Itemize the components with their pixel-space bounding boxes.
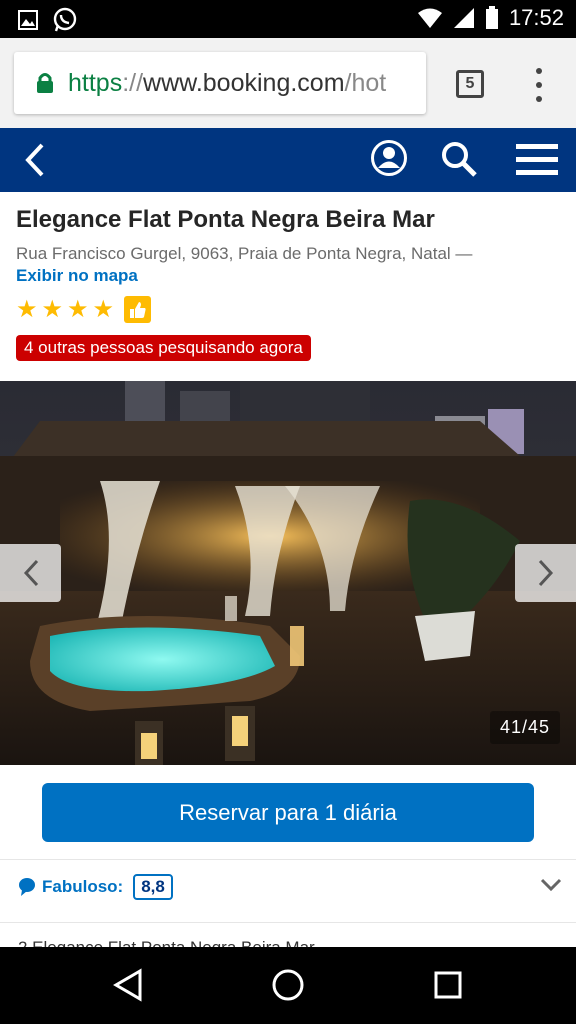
system-nav-bar xyxy=(0,947,576,1024)
chevron-down-icon[interactable] xyxy=(540,878,562,892)
hotel-title: Elegance Flat Ponta Negra Beira Mar xyxy=(16,206,435,233)
star-icon: ★ xyxy=(67,295,89,323)
status-time: 17:52 xyxy=(508,5,564,30)
nav-back-icon[interactable] xyxy=(112,967,144,1003)
star-icon: ★ xyxy=(41,295,64,323)
hamburger-menu-icon[interactable] xyxy=(516,142,558,178)
url-bar[interactable]: https://www.booking.com/hot xyxy=(14,52,426,114)
chevron-right-icon xyxy=(538,559,553,587)
hotel-address: Rua Francisco Gurgel, 9063, Praia de Pon… xyxy=(16,244,473,263)
gallery-prev-button[interactable] xyxy=(0,544,61,602)
url-path: /hot xyxy=(344,68,387,97)
review-label: Fabuloso: xyxy=(42,877,124,896)
star-rating: ★ ★ ★ ★ xyxy=(16,296,564,323)
hotel-info: Elegance Flat Ponta Negra Beira Mar Rua … xyxy=(16,192,564,361)
back-arrow-icon[interactable] xyxy=(22,142,48,178)
thumbs-up-icon xyxy=(124,296,152,323)
url-separator: :// xyxy=(122,68,144,97)
gallery-next-button[interactable] xyxy=(515,544,576,602)
reserve-button[interactable]: Reservar para 1 diária xyxy=(42,783,534,842)
star-icon: ★ xyxy=(16,295,38,323)
review-score-badge: 8,8 xyxy=(133,874,173,900)
nav-recents-icon[interactable] xyxy=(432,967,464,1003)
signal-icon xyxy=(453,8,474,28)
url-host: www.booking.com xyxy=(143,68,345,97)
site-header xyxy=(0,128,576,192)
wifi-icon xyxy=(417,8,442,28)
nav-home-icon[interactable] xyxy=(270,967,306,1003)
account-icon[interactable] xyxy=(370,139,408,177)
review-summary[interactable]: Fabuloso: 8,8 xyxy=(18,874,173,900)
urgency-badge: 4 outras pessoas pesquisando agora xyxy=(16,335,311,361)
battery-icon xyxy=(485,6,498,29)
browser-toolbar: https://www.booking.com/hot 5 xyxy=(0,38,576,128)
divider xyxy=(0,922,576,923)
status-bar: 17:52 xyxy=(0,0,576,38)
divider xyxy=(0,859,576,860)
search-icon[interactable] xyxy=(440,140,478,178)
show-on-map-link[interactable]: Exibir no mapa xyxy=(16,266,564,286)
tab-switcher-button[interactable]: 5 xyxy=(456,70,484,98)
browser-menu-icon[interactable] xyxy=(534,68,544,102)
photo-counter: 41/45 xyxy=(489,711,560,744)
star-icon: ★ xyxy=(92,295,115,323)
photo-gallery[interactable]: 41/45 xyxy=(0,381,576,765)
hotel-photo xyxy=(0,381,576,765)
whatsapp-icon xyxy=(53,7,77,32)
chevron-left-icon xyxy=(23,559,38,587)
speech-bubble-icon xyxy=(19,878,35,896)
url-scheme: https xyxy=(68,68,123,97)
lock-icon xyxy=(37,73,53,93)
gallery-icon xyxy=(18,10,38,30)
